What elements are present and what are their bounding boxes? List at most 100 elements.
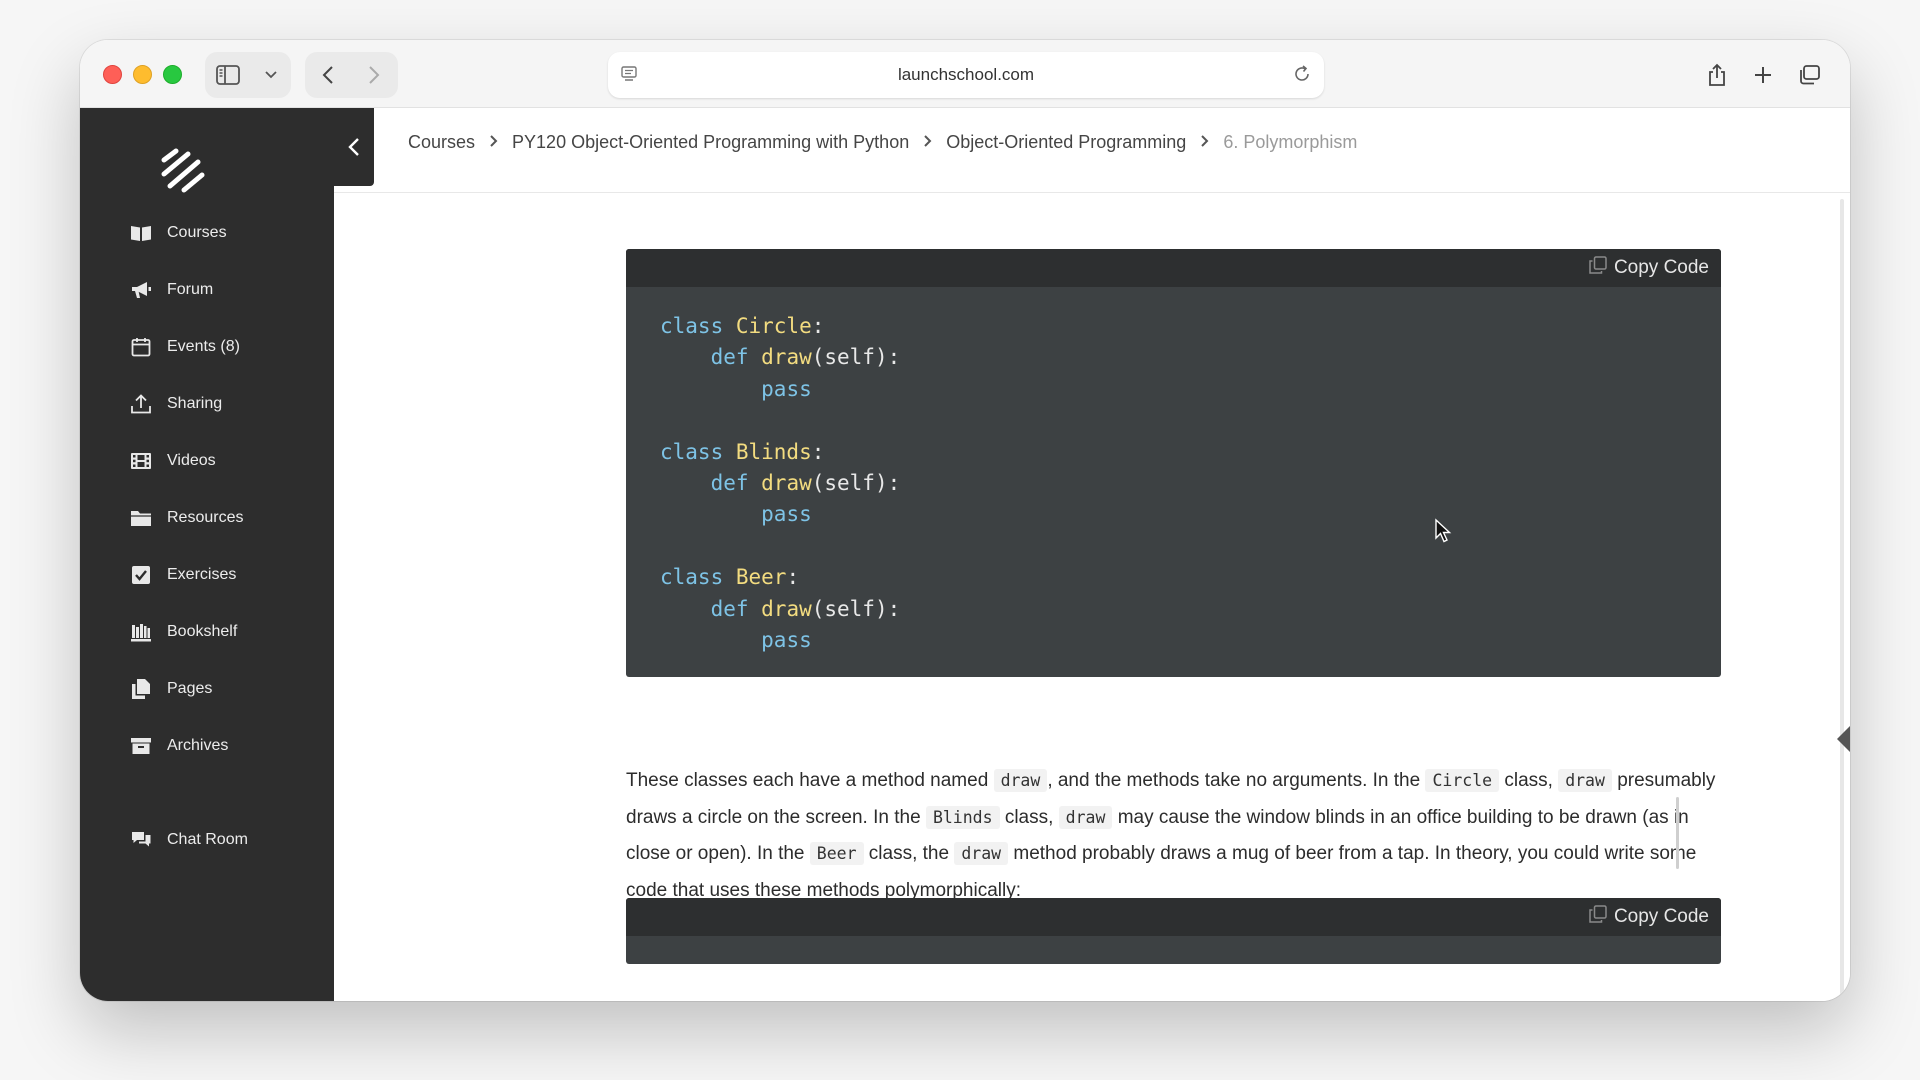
chevron-right-icon — [489, 134, 498, 151]
navigation-buttons — [305, 52, 398, 98]
sidebar-item-label: Forum — [167, 281, 214, 298]
code-token: (self): — [811, 345, 901, 370]
archive-icon — [130, 735, 152, 757]
forward-arrow-icon[interactable] — [351, 52, 397, 98]
code-token: pass — [761, 627, 812, 652]
mouse-cursor-icon — [1434, 518, 1452, 549]
copy-code-button[interactable]: Copy Code — [1588, 255, 1709, 281]
url-text: launchschool.com — [897, 65, 1035, 84]
sidebar-item-bookshelf[interactable]: Bookshelf — [130, 617, 237, 647]
code-line: class Blinds: — [660, 437, 1687, 468]
chat-icon — [130, 829, 152, 851]
code-block-header: Copy Code — [626, 898, 1721, 936]
sidebar-item-resources[interactable]: Resources — [130, 503, 243, 533]
browser-window: launchschool.com Courses Forum Events (8… — [80, 40, 1850, 1001]
sidebar-item-label: Chat Room — [167, 831, 248, 848]
share-icon[interactable] — [1694, 52, 1740, 98]
code-token: class — [660, 314, 736, 338]
sidebar-item-events[interactable]: Events (8) — [130, 332, 240, 362]
chevron-left-icon — [348, 138, 359, 156]
sidebar-toggle-icon[interactable] — [205, 52, 251, 98]
launch-school-logo[interactable] — [160, 148, 206, 199]
inline-code: draw — [1058, 805, 1113, 829]
code-token: class — [660, 565, 736, 590]
chevron-right-icon — [923, 134, 932, 151]
folder-icon — [130, 507, 152, 529]
page-scrollbar[interactable] — [1840, 199, 1844, 1001]
breadcrumb-courses[interactable]: Courses — [408, 132, 475, 153]
code-token: draw — [761, 596, 812, 621]
content-scroll-thumb[interactable] — [1676, 797, 1679, 869]
code-token: class — [660, 439, 736, 464]
chevron-right-icon — [1200, 134, 1209, 151]
breadcrumb: Courses PY120 Object-Oriented Programmin… — [408, 122, 1357, 162]
code-token: (self): — [811, 596, 901, 621]
code-block: Copy Code class Circle: def draw(self): … — [626, 249, 1721, 677]
tab-overview-icon[interactable] — [1786, 52, 1832, 98]
code-token: : — [786, 565, 800, 590]
code-token: pass — [761, 502, 812, 527]
code-line: pass — [660, 499, 1687, 530]
paragraph-text: class, — [1499, 770, 1559, 791]
sidebar-item-label: Archives — [167, 737, 229, 754]
lesson-paragraph: These classes each have a method named d… — [626, 763, 1726, 909]
inline-code: draw — [954, 842, 1009, 866]
inline-code: draw — [993, 769, 1048, 792]
page-settings-icon[interactable] — [620, 65, 638, 88]
inline-code: Circle — [1425, 769, 1500, 792]
sidebar-item-label: Sharing — [167, 395, 223, 412]
sidebar-item-label: Courses — [167, 224, 227, 241]
book-icon — [130, 222, 152, 244]
code-token: draw — [761, 345, 812, 370]
lesson-content: Copy Code class Circle: def draw(self): … — [334, 192, 1850, 1001]
inline-code: draw — [1558, 769, 1612, 792]
megaphone-icon — [130, 279, 152, 301]
code-token: def — [710, 345, 762, 370]
paragraph-text: These classes each have a method named — [626, 770, 994, 791]
code-block: Copy Code — [626, 898, 1721, 964]
sidebar: Courses Forum Events (8) Sharing Videos … — [80, 108, 334, 1001]
bookshelf-icon — [130, 621, 152, 643]
sidebar-item-pages[interactable]: Pages — [130, 674, 212, 704]
back-arrow-icon[interactable] — [305, 52, 351, 98]
address-bar[interactable]: launchschool.com — [608, 52, 1324, 98]
breadcrumb-current: 6. Polymorphism — [1223, 131, 1358, 152]
sidebar-item-label: Resources — [167, 509, 244, 526]
breadcrumb-course[interactable]: PY120 Object-Oriented Programming with P… — [512, 132, 909, 153]
reload-icon[interactable] — [1292, 64, 1312, 89]
copy-code-button[interactable]: Copy Code — [1588, 904, 1709, 930]
triangle-left-icon[interactable] — [1837, 726, 1850, 752]
code-line: def draw(self): — [660, 342, 1687, 373]
code-line: def draw(self): — [660, 468, 1687, 499]
sidebar-item-courses[interactable]: Courses — [130, 218, 227, 248]
sidebar-item-chat-room[interactable]: Chat Room — [130, 825, 248, 855]
minimize-window-button[interactable] — [133, 65, 152, 84]
code-line: def draw(self): — [660, 594, 1687, 625]
checkbox-icon — [130, 564, 152, 586]
copy-code-label: Copy Code — [1613, 906, 1709, 927]
sidebar-item-forum[interactable]: Forum — [130, 275, 213, 305]
maximize-window-button[interactable] — [163, 65, 182, 84]
copy-icon — [1588, 904, 1608, 930]
sidebar-item-exercises[interactable]: Exercises — [130, 560, 236, 590]
sidebar-item-sharing[interactable]: Sharing — [130, 389, 222, 419]
code-line: class Circle: — [660, 311, 1687, 342]
sidebar-toggle-group — [205, 52, 291, 98]
breadcrumb-chapter[interactable]: Object-Oriented Programming — [946, 132, 1186, 153]
sidebar-item-archives[interactable]: Archives — [130, 731, 228, 761]
sidebar-item-label: Exercises — [167, 566, 237, 583]
chevron-down-icon[interactable] — [251, 52, 291, 98]
sidebar-item-videos[interactable]: Videos — [130, 446, 216, 476]
new-tab-plus-icon[interactable] — [1740, 52, 1786, 98]
close-window-button[interactable] — [103, 65, 122, 84]
paragraph-text: , and the methods take no arguments. In … — [1047, 770, 1426, 791]
code-token: Circle — [735, 314, 812, 338]
sidebar-collapse-button[interactable] — [334, 108, 374, 186]
copy-code-label: Copy Code — [1613, 257, 1709, 278]
sidebar-item-label: Events (8) — [167, 338, 240, 355]
film-icon — [130, 450, 152, 472]
